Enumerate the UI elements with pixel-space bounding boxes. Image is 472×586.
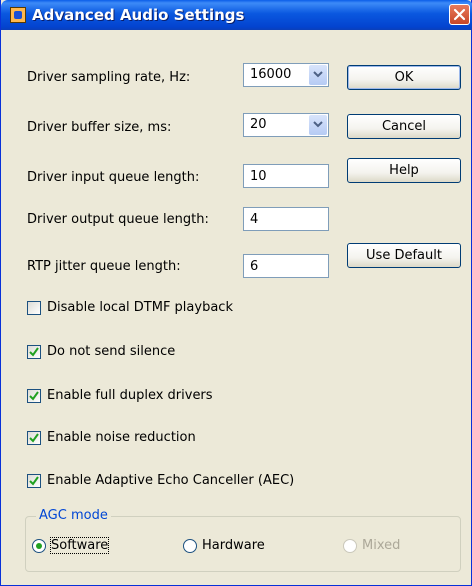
checkbox-label: Do not send silence bbox=[47, 344, 176, 359]
jitter-queue-field[interactable]: 6 bbox=[243, 254, 329, 278]
sampling-rate-label: Driver sampling rate, Hz: bbox=[27, 70, 191, 85]
checkbox-label: Enable Adaptive Echo Canceller (AEC) bbox=[47, 473, 295, 488]
app-icon bbox=[10, 7, 26, 23]
buffer-size-value: 20 bbox=[250, 117, 267, 132]
checkbox-label: Enable full duplex drivers bbox=[47, 388, 213, 403]
checkbox-label: Enable noise reduction bbox=[47, 430, 196, 445]
buffer-size-label: Driver buffer size, ms: bbox=[27, 120, 172, 135]
window-title: Advanced Audio Settings bbox=[32, 6, 245, 24]
check-icon bbox=[29, 391, 39, 401]
agc-group-title: AGC mode bbox=[36, 508, 111, 523]
output-queue-field[interactable]: 4 bbox=[243, 207, 329, 231]
radio-button[interactable] bbox=[183, 539, 197, 553]
check-icon bbox=[29, 347, 39, 357]
checkbox-box[interactable] bbox=[27, 301, 41, 315]
chevron-down-icon[interactable] bbox=[309, 115, 327, 135]
checkbox-box[interactable] bbox=[27, 474, 41, 488]
use-default-button[interactable]: Use Default bbox=[347, 243, 461, 268]
input-queue-value: 10 bbox=[250, 169, 267, 184]
close-icon bbox=[453, 8, 466, 21]
check-icon bbox=[29, 476, 39, 486]
radio-label: Hardware bbox=[202, 538, 265, 553]
dialog-window: Advanced Audio Settings Driver sampling … bbox=[0, 0, 472, 586]
output-queue-label: Driver output queue length: bbox=[27, 212, 209, 227]
buffer-size-combo[interactable]: 20 bbox=[243, 113, 329, 137]
ok-button[interactable]: OK bbox=[347, 65, 461, 90]
jitter-queue-label: RTP jitter queue length: bbox=[27, 259, 181, 274]
checkbox-box[interactable] bbox=[27, 389, 41, 403]
title-bar[interactable]: Advanced Audio Settings bbox=[1, 0, 472, 30]
check-icon bbox=[29, 433, 39, 443]
radio-label: Software bbox=[49, 537, 110, 554]
close-button[interactable] bbox=[449, 4, 470, 25]
radio-label: Mixed bbox=[362, 538, 401, 553]
sampling-rate-value: 16000 bbox=[250, 67, 292, 82]
checkbox-box[interactable] bbox=[27, 431, 41, 445]
input-queue-label: Driver input queue length: bbox=[27, 170, 200, 185]
help-button[interactable]: Help bbox=[347, 158, 461, 183]
sampling-rate-combo[interactable]: 16000 bbox=[243, 63, 329, 87]
radio-button bbox=[343, 539, 357, 553]
checkbox-label: Disable local DTMF playback bbox=[47, 300, 233, 315]
jitter-queue-value: 6 bbox=[250, 259, 259, 274]
checkbox-box[interactable] bbox=[27, 345, 41, 359]
radio-button[interactable] bbox=[32, 539, 46, 553]
output-queue-value: 4 bbox=[250, 212, 259, 227]
input-queue-field[interactable]: 10 bbox=[243, 164, 329, 188]
chevron-down-icon[interactable] bbox=[309, 65, 327, 85]
cancel-button[interactable]: Cancel bbox=[347, 114, 461, 139]
